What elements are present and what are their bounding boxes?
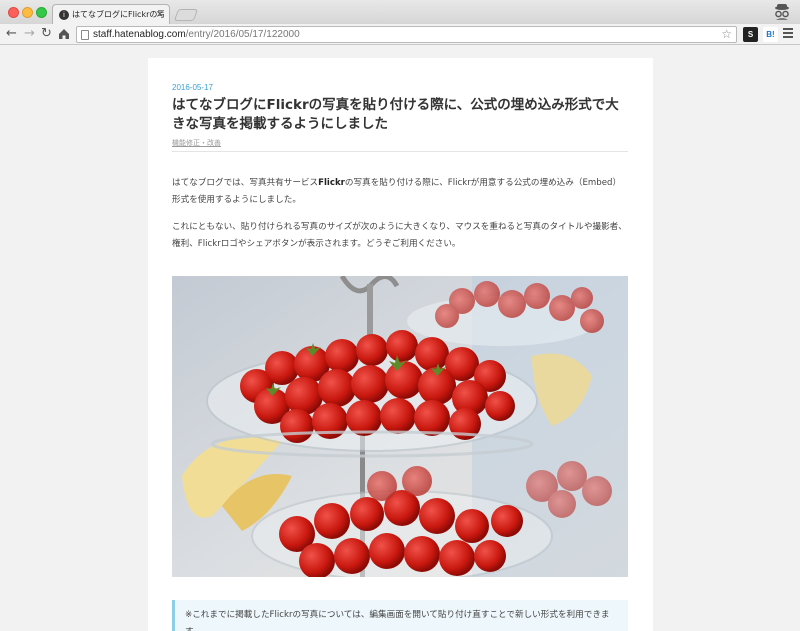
- p1-bold-flickr: Flickr: [318, 178, 345, 188]
- window-titlebar: i はてなブログにFlickrの写真を貼り付 ×: [0, 0, 800, 24]
- new-tab-button[interactable]: [173, 9, 199, 21]
- tab-title: はてなブログにFlickrの写真を貼り付: [72, 10, 164, 19]
- info-note-box: ※これまでに掲載したFlickrの写真については、編集画面を開いて貼り付け直すこ…: [172, 600, 628, 631]
- url-host: staff.hatenablog.com: [93, 29, 186, 40]
- incognito-profile-icon[interactable]: [772, 3, 792, 21]
- article-paragraph-1: はてなブログでは、写真共有サービスFlickrの写真を貼り付ける際に、Flick…: [172, 175, 628, 208]
- hatena-favicon-icon: i: [59, 9, 69, 20]
- hamburger-menu-icon[interactable]: [783, 28, 793, 40]
- reload-icon[interactable]: ↻: [41, 26, 52, 42]
- back-arrow-icon[interactable]: ←: [6, 26, 17, 42]
- article-paragraph-2: これにともない、貼り付けられる写真のサイズが次のように大きくなり、マウスを重ねる…: [172, 222, 627, 249]
- window-close-button[interactable]: [8, 7, 19, 18]
- bookmark-star-icon[interactable]: ☆: [721, 27, 732, 41]
- tab-close-icon[interactable]: ×: [156, 9, 164, 20]
- url-path: /entry/2016/05/17/122000: [185, 29, 300, 40]
- article-category-link[interactable]: 機能修正・改善: [172, 138, 221, 148]
- strawberry-stand-photo: [172, 276, 628, 577]
- flickr-embedded-photo[interactable]: [172, 276, 628, 577]
- article-card: 2016-05-17 はてなブログにFlickrの写真を貼り付ける際に、公式の埋…: [148, 58, 653, 631]
- p1-text-before: はてなブログでは、写真共有サービス: [172, 178, 319, 188]
- article-title[interactable]: はてなブログにFlickrの写真を貼り付ける際に、公式の埋め込み形式で大きな写真…: [172, 96, 632, 134]
- hatena-bookmark-extension-icon[interactable]: B!: [763, 27, 778, 42]
- address-bar[interactable]: staff.hatenablog.com/entry/2016/05/17/12…: [76, 26, 737, 43]
- title-divider: [172, 151, 628, 152]
- forward-arrow-icon[interactable]: →: [24, 26, 35, 42]
- window-minimize-button[interactable]: [22, 7, 33, 18]
- home-icon[interactable]: [58, 28, 70, 40]
- info-note-text: ※これまでに掲載したFlickrの写真については、編集画面を開いて貼り付け直すこ…: [185, 610, 610, 631]
- extension-s-icon[interactable]: S: [743, 27, 758, 42]
- page-icon: [81, 30, 89, 40]
- page-viewport: 2016-05-17 はてなブログにFlickrの写真を貼り付ける際に、公式の埋…: [0, 46, 800, 631]
- article-date[interactable]: 2016-05-17: [172, 83, 213, 92]
- browser-tab-active[interactable]: i はてなブログにFlickrの写真を貼り付 ×: [52, 4, 170, 24]
- window-maximize-button[interactable]: [36, 7, 47, 18]
- browser-toolbar: ← → ↻ staff.hatenablog.com/entry/2016/05…: [0, 24, 800, 45]
